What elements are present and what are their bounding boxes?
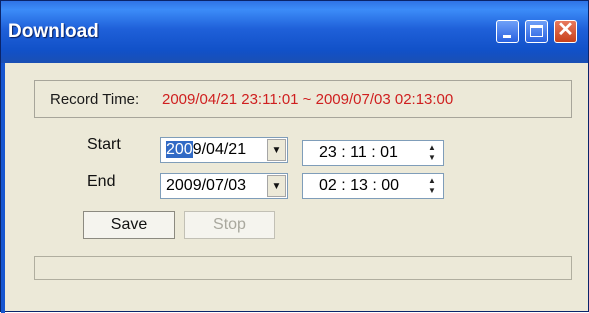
close-icon: ✕ <box>557 19 574 41</box>
start-time-text[interactable]: 23 : 11 : 01 <box>319 144 398 162</box>
end-date-dropdown-button[interactable]: ▼ <box>267 175 286 197</box>
start-date-selection: 200 <box>166 141 193 158</box>
spin-down-icon[interactable]: ▼ <box>423 153 441 163</box>
save-button[interactable]: Save <box>83 211 175 239</box>
start-date-text[interactable]: 2009/04/21 <box>166 141 246 159</box>
start-date-picker[interactable]: 2009/04/21 ▼ <box>160 137 288 163</box>
start-label: Start <box>87 136 121 153</box>
record-time-label: Record Time: <box>50 91 140 108</box>
spin-up-icon[interactable]: ▲ <box>423 143 441 153</box>
record-time-panel: Record Time: 2009/04/21 23:11:01 ~ 2009/… <box>34 80 572 118</box>
end-time-text[interactable]: 02 : 13 : 00 <box>319 177 399 195</box>
spin-up-icon[interactable]: ▲ <box>423 176 441 186</box>
window-title: Download <box>8 21 99 42</box>
spin-down-icon[interactable]: ▼ <box>423 186 441 196</box>
minimize-icon <box>503 35 511 38</box>
start-time-field[interactable]: 23 : 11 : 01 ▲ ▼ <box>302 140 444 166</box>
close-button[interactable]: ✕ <box>554 19 577 43</box>
download-progress-bar <box>34 256 572 280</box>
dropdown-arrow-icon: ▼ <box>271 181 282 192</box>
end-label: End <box>87 173 116 190</box>
end-date-picker[interactable]: 2009/07/03 ▼ <box>160 173 288 199</box>
dropdown-arrow-icon: ▼ <box>271 145 282 156</box>
record-time-value: 2009/04/21 23:11:01 ~ 2009/07/03 02:13:0… <box>162 91 454 108</box>
download-window: Download ✕ Record Time: 2009/04/21 23:11… <box>0 0 589 313</box>
title-bar[interactable]: Download ✕ <box>1 1 588 63</box>
end-date-text[interactable]: 2009/07/03 <box>166 177 246 195</box>
start-date-cursor-char: 9 <box>192 141 202 158</box>
minimize-button[interactable] <box>496 20 519 43</box>
start-date-dropdown-button[interactable]: ▼ <box>267 139 286 161</box>
start-date-rest: /04/21 <box>201 141 247 158</box>
window-border <box>1 63 5 313</box>
maximize-icon <box>530 25 543 37</box>
end-time-field[interactable]: 02 : 13 : 00 ▲ ▼ <box>302 173 444 199</box>
end-time-spinner[interactable]: ▲ ▼ <box>423 176 441 196</box>
start-time-spinner[interactable]: ▲ ▼ <box>423 143 441 163</box>
stop-button[interactable]: Stop <box>184 211 275 239</box>
maximize-button[interactable] <box>525 20 548 43</box>
